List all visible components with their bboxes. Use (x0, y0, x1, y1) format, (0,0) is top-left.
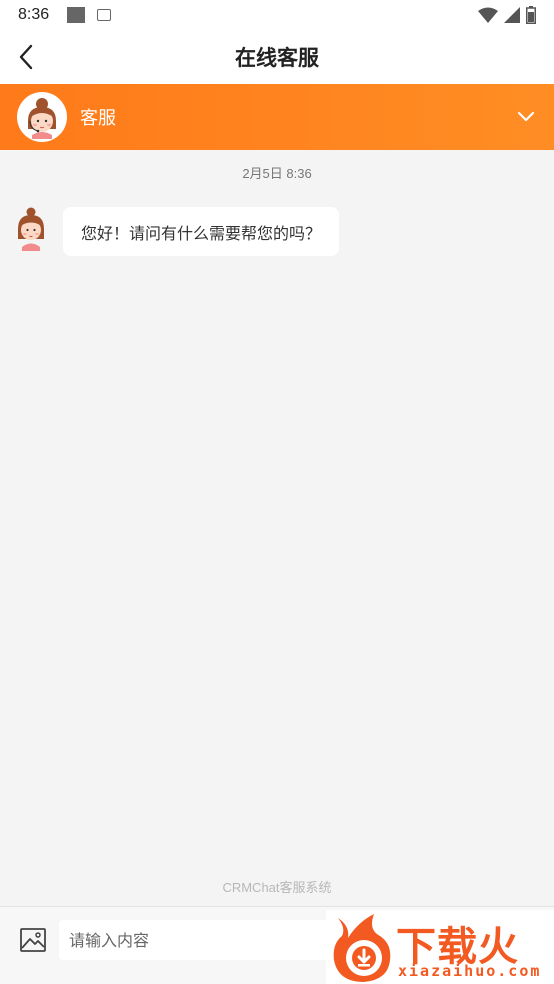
chevron-down-icon (517, 111, 535, 122)
battery-icon (526, 6, 536, 24)
powered-by-label: CRMChat客服系统 (222, 880, 332, 895)
agent-avatar (17, 92, 67, 142)
status-icons (478, 6, 536, 24)
image-icon (20, 928, 46, 952)
image-upload-button[interactable] (19, 927, 47, 953)
app-bar: 在线客服 (0, 30, 554, 84)
agent-avatar-small-icon (18, 207, 44, 251)
chevron-left-icon (19, 44, 33, 70)
notification-square-icon (67, 7, 86, 23)
flame-logo-icon (333, 914, 391, 982)
agent-name: 客服 (80, 108, 116, 129)
agent-avatar-image (28, 98, 56, 139)
watermark: 下载火 xiazaihuo.com (326, 910, 554, 984)
status-time: 8:36 (18, 6, 50, 23)
app-notification-icon (97, 9, 112, 21)
status-bar: 8:36 (0, 0, 554, 30)
message-avatar (13, 207, 49, 251)
signal-icon (504, 7, 520, 23)
message-text: 您好！请问有什么需要帮您的吗？ (81, 223, 322, 243)
back-button[interactable] (14, 42, 42, 72)
agent-header: 客服 (0, 84, 554, 150)
wifi-icon (478, 7, 498, 23)
watermark-domain: xiazaihuo.com (398, 962, 542, 980)
message-timestamp: 2月5日 8:36 (242, 166, 312, 181)
message-bubble: 您好！请问有什么需要帮您的吗？ (63, 207, 340, 256)
collapse-button[interactable] (516, 108, 536, 126)
page-title: 在线客服 (235, 46, 319, 70)
